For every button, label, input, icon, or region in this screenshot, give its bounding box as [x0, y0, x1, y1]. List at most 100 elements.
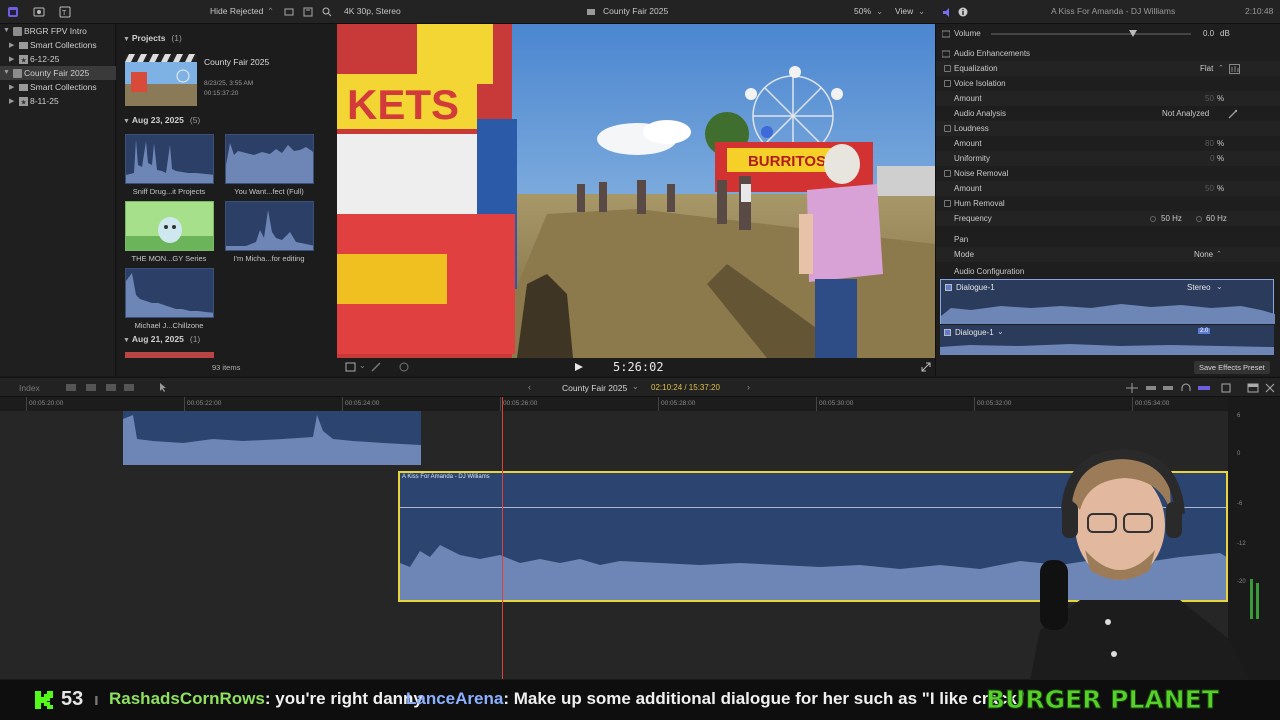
volume-slider-knob[interactable] [1129, 30, 1137, 37]
disclosure-closed-icon[interactable]: ▶ [9, 97, 14, 105]
amount-label: Amount [954, 184, 982, 193]
select-tool-icon[interactable] [158, 382, 174, 393]
frequency-60-radio[interactable] [1196, 216, 1202, 222]
playhead[interactable] [502, 397, 503, 679]
snapping-icon[interactable] [1126, 383, 1138, 393]
equalization-dropdown[interactable]: Flat [1200, 64, 1213, 73]
uniformity-value[interactable]: 0 [1210, 154, 1214, 163]
library-item[interactable]: ▶ Smart Collections [0, 38, 116, 52]
audio-config-channel-2[interactable]: Dialogue-1 ⌄ 2.0 [940, 325, 1274, 355]
pan-header[interactable]: Pan [936, 232, 1280, 247]
channel-role[interactable]: Dialogue-1 [955, 328, 994, 337]
search-icon[interactable] [322, 7, 332, 17]
audio-clip-thumbnail[interactable] [125, 134, 214, 184]
enhance-wand-icon[interactable] [371, 362, 383, 372]
equalization-checkbox[interactable] [944, 65, 951, 72]
chevron-updown-icon[interactable]: ⌃ [1218, 64, 1224, 72]
clip-appearance-icon[interactable] [284, 7, 294, 17]
disclosure-open-icon[interactable]: ▼ [3, 69, 10, 76]
channel-role[interactable]: Dialogue-1 [956, 283, 995, 292]
chevron-down-icon[interactable]: ⌄ [997, 327, 1004, 336]
channel-config-dropdown[interactable]: Stereo [1187, 283, 1211, 292]
audio-clip-thumbnail[interactable] [225, 201, 314, 251]
eq-graph-icon[interactable] [1229, 64, 1240, 74]
transform-icon[interactable] [345, 362, 357, 372]
skimming-icon[interactable] [1145, 383, 1157, 393]
event-group-header[interactable]: ▼ Aug 23, 2025 (5) [123, 115, 200, 125]
disclosure-open-icon[interactable]: ▼ [123, 118, 132, 125]
collapse-icon[interactable] [942, 50, 950, 58]
amount-value[interactable]: 50 [1205, 94, 1214, 103]
disclosure-closed-icon[interactable]: ▶ [9, 83, 14, 91]
disclosure-closed-icon[interactable]: ▶ [9, 41, 14, 49]
amount-value[interactable]: 50 [1205, 184, 1214, 193]
chevron-down-icon[interactable]: ⌄ [1216, 282, 1223, 291]
projects-section-header[interactable]: ▼ Projects (1) [123, 33, 182, 43]
channel-checkbox[interactable] [945, 284, 952, 291]
video-clip-thumbnail[interactable] [125, 201, 214, 251]
library-item[interactable]: ▶ ★ 6-12-25 [0, 52, 116, 66]
disclosure-open-icon[interactable]: ▼ [3, 27, 10, 34]
chevron-down-icon[interactable]: ⌄ [359, 361, 366, 370]
hum-removal-checkbox[interactable] [944, 200, 951, 207]
zoom-dropdown[interactable]: 50% [854, 6, 871, 16]
clip-appearance-icon[interactable] [1221, 383, 1231, 393]
library-item[interactable]: ▼ County Fair 2025 [0, 66, 116, 80]
event-group-header[interactable]: ▼ Aug 21, 2025 (1) [123, 334, 200, 344]
edit-buttons-icon[interactable] [66, 383, 146, 393]
noise-removal-checkbox[interactable] [944, 170, 951, 177]
titles-icon[interactable]: T [59, 6, 71, 18]
library-item[interactable]: ▼ BRGR FPV Intro [0, 24, 116, 38]
timeline-ruler[interactable]: 00:05:20:00 00:05:22:00 00:05:24:00 00:0… [0, 397, 1228, 411]
list-view-icon[interactable] [303, 7, 313, 17]
fullscreen-icon[interactable] [921, 362, 931, 372]
project-thumbnail[interactable] [125, 54, 197, 106]
effects-browser-icon[interactable] [1247, 383, 1259, 393]
back-arrow-icon[interactable]: ‹ [528, 382, 531, 392]
voice-isolation-checkbox[interactable] [944, 80, 951, 87]
disclosure-open-icon[interactable]: ▼ [123, 36, 132, 43]
hide-rejected-filter[interactable]: Hide Rejected [210, 6, 263, 16]
save-effects-preset-button[interactable]: Save Effects Preset [1194, 361, 1270, 374]
transitions-browser-icon[interactable] [1265, 383, 1275, 393]
retime-icon[interactable] [399, 362, 411, 372]
index-button[interactable]: Index [19, 383, 40, 393]
timeline-project-name[interactable]: County Fair 2025 [562, 383, 627, 393]
view-chevron-icon[interactable]: ⌄ [918, 6, 925, 17]
photos-icon[interactable] [33, 6, 45, 18]
audio-inspector-icon[interactable] [942, 7, 954, 18]
audio-config-channel[interactable]: Dialogue-1 Stereo ⌄ [940, 279, 1275, 324]
view-menu[interactable]: View [895, 6, 913, 16]
magic-wand-icon[interactable] [1228, 109, 1238, 119]
forward-arrow-icon[interactable]: › [747, 382, 750, 392]
disclosure-open-icon[interactable]: ▼ [123, 337, 132, 344]
frequency-50-radio[interactable] [1150, 216, 1156, 222]
disclosure-closed-icon[interactable]: ▶ [9, 55, 14, 63]
chevron-updown-icon[interactable]: ⌃ [1216, 250, 1222, 258]
amount-value[interactable]: 80 [1205, 139, 1214, 148]
play-icon[interactable] [575, 363, 583, 371]
info-inspector-icon[interactable] [958, 7, 968, 17]
headphones-icon[interactable] [1180, 383, 1192, 393]
audio-enhancements-header[interactable]: Audio Enhancements [936, 46, 1280, 61]
zoom-chevron-icon[interactable]: ⌄ [876, 6, 883, 17]
chevron-down-icon[interactable]: ⌄ [632, 382, 639, 391]
volume-value[interactable]: 0.0 [1203, 29, 1214, 38]
volume-slider[interactable] [991, 33, 1191, 35]
library-item[interactable]: ▶ ★ 8-11-25 [0, 94, 116, 108]
library-item[interactable]: ▶ Smart Collections [0, 80, 116, 94]
loudness-checkbox[interactable] [944, 125, 951, 132]
library-icon[interactable] [7, 6, 19, 18]
clip-waveform [123, 415, 421, 465]
timeline-clip-upper[interactable] [123, 411, 421, 465]
mode-dropdown[interactable]: None [1194, 250, 1213, 259]
channel-checkbox[interactable] [944, 329, 951, 336]
filter-chevron-icon[interactable]: ⌃ [267, 6, 274, 17]
solo-icon[interactable] [1197, 383, 1211, 393]
viewer-frame[interactable]: BURRITOS KETS [337, 24, 935, 358]
viewer-timecode[interactable]: 5:26:02 [613, 360, 664, 374]
audio-clip-thumbnail[interactable] [125, 268, 214, 318]
collapse-icon[interactable] [942, 30, 950, 38]
audio-skimming-icon[interactable] [1162, 383, 1174, 393]
audio-clip-thumbnail[interactable] [225, 134, 314, 184]
